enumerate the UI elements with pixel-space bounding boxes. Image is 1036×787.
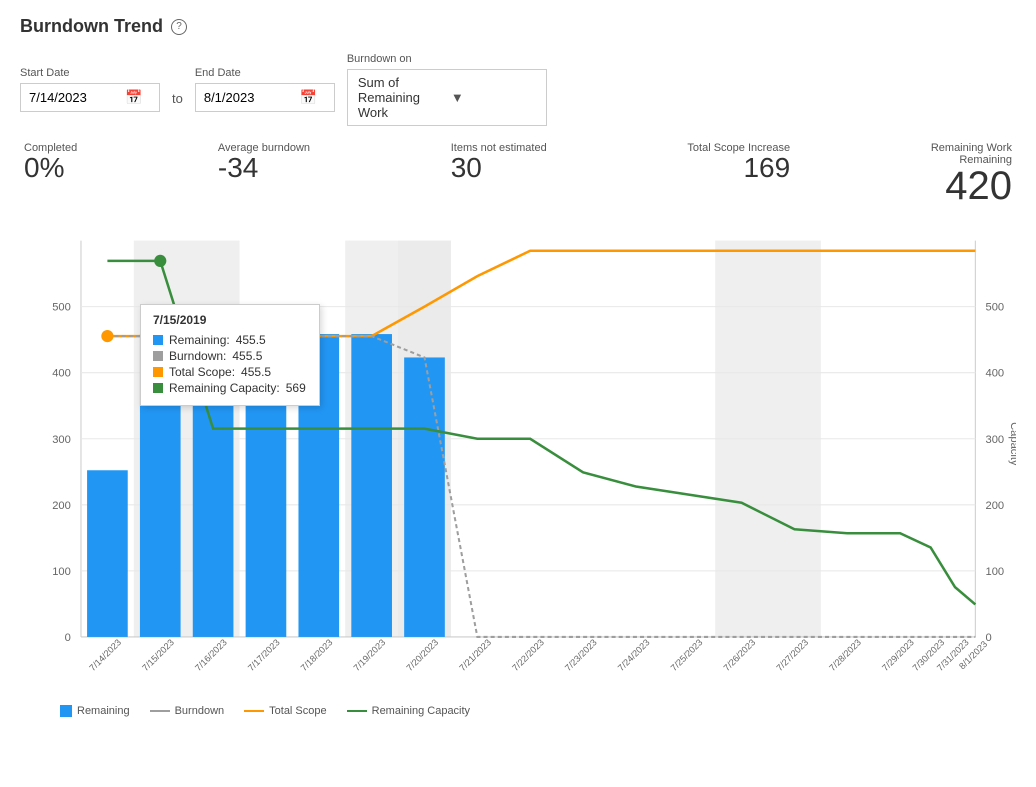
tooltip-total-scope-value: 455.5 xyxy=(241,365,271,379)
x-label-715: 7/15/2023 xyxy=(140,637,176,673)
tooltip-total-scope-row: Total Scope: 455.5 xyxy=(153,365,307,379)
end-date-label: End Date xyxy=(195,67,335,79)
x-label-724: 7/24/2023 xyxy=(616,637,652,673)
x-label-726: 7/26/2023 xyxy=(722,637,758,673)
chart-legend: Remaining Burndown Total Scope Remaining… xyxy=(20,705,1016,717)
y-label-0: 0 xyxy=(65,632,71,644)
legend-capacity-line xyxy=(347,710,367,712)
completed-value: 0% xyxy=(24,154,77,182)
legend-total-scope: Total Scope xyxy=(244,705,326,717)
end-date-calendar-icon[interactable]: 📅 xyxy=(300,89,317,106)
y-right-label-200: 200 xyxy=(986,500,1005,512)
remaining-work-label: Remaining Work xyxy=(931,142,1012,154)
chart-area: 0 100 200 300 400 500 0 100 200 300 400 … xyxy=(20,214,1016,697)
x-label-720: 7/20/2023 xyxy=(404,637,440,673)
total-scope-point-714 xyxy=(101,330,113,342)
legend-remaining-capacity: Remaining Capacity xyxy=(347,705,470,717)
burndown-label: Burndown on xyxy=(347,53,547,65)
x-label-723: 7/23/2023 xyxy=(563,637,599,673)
y-label-100: 100 xyxy=(52,566,71,578)
legend-burndown-line xyxy=(150,710,170,712)
total-scope-value: 169 xyxy=(687,154,790,182)
avg-burndown-stat: Average burndown -34 xyxy=(218,142,310,182)
start-date-calendar-icon[interactable]: 📅 xyxy=(125,89,142,106)
total-scope-stat: Total Scope Increase 169 xyxy=(687,142,790,182)
burndown-dropdown[interactable]: Sum of Remaining Work ▼ xyxy=(347,69,547,126)
tooltip-total-scope-icon xyxy=(153,367,163,377)
x-label-727: 7/27/2023 xyxy=(774,637,810,673)
bar-719 xyxy=(351,334,392,637)
legend-remaining: Remaining xyxy=(60,705,130,717)
bar-714 xyxy=(87,470,128,637)
x-label-717: 7/17/2023 xyxy=(246,637,282,673)
chevron-down-icon: ▼ xyxy=(451,90,536,105)
start-date-label: Start Date xyxy=(20,67,160,79)
tooltip-burndown-label: Burndown: xyxy=(169,349,226,363)
items-not-estimated-stat: Items not estimated 30 xyxy=(451,142,547,182)
tooltip-capacity-icon xyxy=(153,383,163,393)
page-title: Burndown Trend xyxy=(20,16,163,37)
tooltip-capacity-label: Remaining Capacity: xyxy=(169,381,280,395)
y-label-400: 400 xyxy=(52,368,71,380)
bar-720 xyxy=(404,357,445,636)
x-label-729: 7/29/2023 xyxy=(880,637,916,673)
y-right-label-300: 300 xyxy=(986,434,1005,446)
x-label-722: 7/22/2023 xyxy=(510,637,546,673)
end-date-input-wrap[interactable]: 📅 xyxy=(195,83,335,112)
tooltip-capacity-value: 569 xyxy=(286,381,306,395)
y-right-label-0: 0 xyxy=(986,632,992,644)
tooltip-burndown-row: Burndown: 455.5 xyxy=(153,349,307,363)
tooltip-remaining-value: 455.5 xyxy=(236,333,266,347)
start-date-input[interactable] xyxy=(29,90,119,105)
y-right-axis-label: Capacity xyxy=(1008,422,1016,466)
burndown-chart: 0 100 200 300 400 500 0 100 200 300 400 … xyxy=(20,214,1016,694)
x-label-725: 7/25/2023 xyxy=(669,637,705,673)
capacity-point-715 xyxy=(154,255,166,267)
legend-remaining-color xyxy=(60,705,72,717)
legend-capacity-label: Remaining Capacity xyxy=(372,705,470,717)
items-not-estimated-value: 30 xyxy=(451,154,547,182)
start-date-input-wrap[interactable]: 📅 xyxy=(20,83,160,112)
tooltip-remaining-row: Remaining: 455.5 xyxy=(153,333,307,347)
x-label-716: 7/16/2023 xyxy=(193,637,229,673)
tooltip-total-scope-label: Total Scope: xyxy=(169,365,235,379)
help-icon[interactable]: ? xyxy=(171,19,187,35)
legend-total-scope-line xyxy=(244,710,264,712)
tooltip-burndown-icon xyxy=(153,351,163,361)
y-label-200: 200 xyxy=(52,500,71,512)
x-label-714: 7/14/2023 xyxy=(87,637,123,673)
legend-burndown: Burndown xyxy=(150,705,225,717)
legend-remaining-label: Remaining xyxy=(77,705,130,717)
tooltip: 7/15/2019 Remaining: 455.5 Burndown: 455… xyxy=(140,304,320,406)
to-separator: to xyxy=(172,91,183,106)
completed-stat: Completed 0% xyxy=(24,142,77,182)
x-label-728: 7/28/2023 xyxy=(827,637,863,673)
tooltip-remaining-label: Remaining: xyxy=(169,333,230,347)
y-right-label-500: 500 xyxy=(986,302,1005,314)
x-label-721: 7/21/2023 xyxy=(457,637,493,673)
tooltip-capacity-row: Remaining Capacity: 569 xyxy=(153,381,307,395)
x-label-719: 7/19/2023 xyxy=(352,637,388,673)
x-label-718: 7/18/2023 xyxy=(299,637,335,673)
end-date-input[interactable] xyxy=(204,90,294,105)
y-right-label-100: 100 xyxy=(986,566,1005,578)
remaining-work-stat: Remaining Work Remaining 420 xyxy=(931,142,1012,206)
remaining-value: 420 xyxy=(931,166,1012,206)
legend-burndown-label: Burndown xyxy=(175,705,225,717)
legend-total-scope-label: Total Scope xyxy=(269,705,326,717)
y-label-300: 300 xyxy=(52,434,71,446)
tooltip-burndown-value: 455.5 xyxy=(232,349,262,363)
y-label-500: 500 xyxy=(52,302,71,314)
tooltip-date: 7/15/2019 xyxy=(153,313,307,327)
tooltip-remaining-icon xyxy=(153,335,163,345)
burndown-dropdown-value: Sum of Remaining Work xyxy=(358,75,443,120)
avg-burndown-value: -34 xyxy=(218,154,310,182)
y-right-label-400: 400 xyxy=(986,368,1005,380)
